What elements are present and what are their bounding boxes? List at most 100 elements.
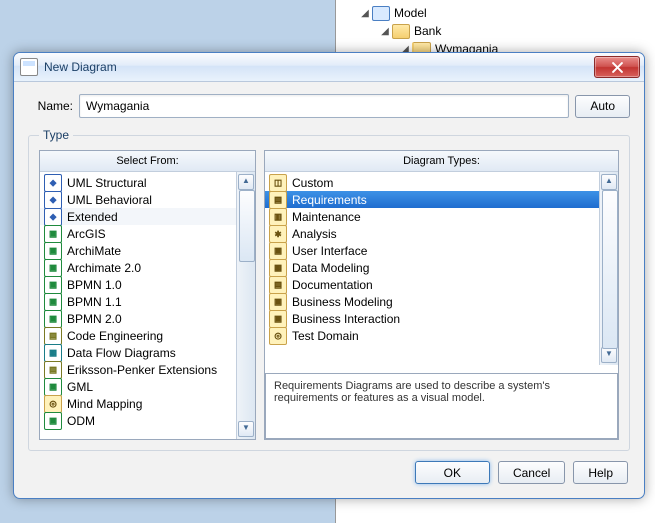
list-item-label: Archimate 2.0 bbox=[67, 261, 141, 275]
list-item[interactable]: ▣ Archimate 2.0 bbox=[40, 259, 236, 276]
diagram-types-header: Diagram Types: bbox=[265, 151, 618, 172]
category-icon: ◈ bbox=[44, 174, 62, 192]
diagram-types-pane: Diagram Types: ◫ Custom ▤ Requirements ▥ Main… bbox=[264, 150, 619, 440]
scroll-down-icon[interactable]: ▼ bbox=[238, 421, 254, 437]
diagram-icon: ▤ bbox=[269, 191, 287, 209]
list-item[interactable]: ◈ UML Behavioral bbox=[40, 191, 236, 208]
scroll-thumb[interactable] bbox=[602, 190, 618, 349]
new-diagram-dialog: New Diagram Name: Auto Type Select From:… bbox=[13, 52, 645, 499]
diagram-icon: ◎ bbox=[269, 327, 287, 345]
category-icon: ▣ bbox=[44, 412, 62, 430]
scroll-up-icon[interactable]: ▲ bbox=[601, 174, 617, 190]
scroll-down-icon[interactable]: ▼ bbox=[601, 347, 617, 363]
list-item-label: GML bbox=[67, 380, 93, 394]
scroll-track[interactable] bbox=[239, 190, 253, 421]
list-item-label: Custom bbox=[292, 176, 333, 190]
category-icon: ▣ bbox=[44, 310, 62, 328]
list-item-label: Business Interaction bbox=[292, 312, 400, 326]
list-item[interactable]: ▣Business Modeling bbox=[265, 293, 599, 310]
category-icon: ◎ bbox=[44, 395, 62, 413]
list-item-label: Extended bbox=[67, 210, 118, 224]
list-item[interactable]: ◫ Custom bbox=[265, 174, 599, 191]
category-icon: ▦ bbox=[44, 344, 62, 362]
list-item[interactable]: ▤Eriksson-Penker Extensions bbox=[40, 361, 236, 378]
category-icon: ▣ bbox=[44, 225, 62, 243]
help-button[interactable]: Help bbox=[573, 461, 628, 484]
category-icon: ▣ bbox=[44, 378, 62, 396]
category-icon: ▤ bbox=[44, 327, 62, 345]
scrollbar[interactable]: ▲ ▼ bbox=[236, 172, 255, 439]
diagram-icon: ▣ bbox=[269, 293, 287, 311]
list-item[interactable]: ◈ UML Structural bbox=[40, 174, 236, 191]
list-item-label: ODM bbox=[67, 414, 95, 428]
select-from-list[interactable]: ◈UML Structural◈UML Behavioral◈Extended▣… bbox=[40, 172, 236, 439]
diagram-icon: ◫ bbox=[269, 174, 287, 192]
type-fieldset: Type Select From: ◈UML Structural◈UML Be… bbox=[28, 128, 630, 451]
list-item[interactable]: ▣ User Interface bbox=[265, 242, 599, 259]
diagram-icon: ▣ bbox=[269, 242, 287, 260]
list-item[interactable]: ▤ Documentation bbox=[265, 276, 599, 293]
diagram-icon: ✱ bbox=[269, 225, 287, 243]
list-item-label: User Interface bbox=[292, 244, 367, 258]
close-button[interactable] bbox=[594, 56, 640, 78]
list-item[interactable]: ◈ Extended bbox=[40, 208, 236, 225]
list-item[interactable]: ▦Data Modeling bbox=[265, 259, 599, 276]
list-item[interactable]: ▣ ODM bbox=[40, 412, 236, 429]
category-icon: ▣ bbox=[44, 293, 62, 311]
diagram-icon: ▦ bbox=[269, 259, 287, 277]
list-item[interactable]: ▤ Requirements bbox=[265, 191, 599, 208]
category-icon: ▣ bbox=[44, 242, 62, 260]
list-item-label: ArcGIS bbox=[67, 227, 106, 241]
list-item[interactable]: ✱ Analysis bbox=[265, 225, 599, 242]
category-icon: ▣ bbox=[44, 259, 62, 277]
titlebar[interactable]: New Diagram bbox=[14, 53, 644, 82]
list-item-label: Requirements bbox=[292, 193, 367, 207]
list-item-label: UML Behavioral bbox=[67, 193, 152, 207]
list-item-label: Documentation bbox=[292, 278, 373, 292]
list-item-label: Mind Mapping bbox=[67, 397, 142, 411]
list-item[interactable]: ▣ Business Interaction bbox=[265, 310, 599, 327]
list-item-label: BPMN 1.0 bbox=[67, 278, 122, 292]
name-label: Name: bbox=[28, 99, 73, 113]
list-item-label: UML Structural bbox=[67, 176, 147, 190]
list-item[interactable]: ▣ BPMN 1.1 bbox=[40, 293, 236, 310]
list-item[interactable]: ▣ GML bbox=[40, 378, 236, 395]
scroll-track[interactable] bbox=[602, 190, 616, 347]
list-item-label: ArchiMate bbox=[67, 244, 121, 258]
scroll-up-icon[interactable]: ▲ bbox=[238, 174, 254, 190]
list-item[interactable]: ◎ Test Domain bbox=[265, 327, 599, 344]
list-item[interactable]: ▣ BPMN 2.0 bbox=[40, 310, 236, 327]
select-from-header: Select From: bbox=[40, 151, 255, 172]
list-item-label: Data Flow Diagrams bbox=[67, 346, 176, 360]
scrollbar[interactable]: ▲ ▼ bbox=[599, 172, 618, 365]
diagram-icon: ▥ bbox=[269, 208, 287, 226]
list-item[interactable]: ▤Code Engineering bbox=[40, 327, 236, 344]
list-item-label: Maintenance bbox=[292, 210, 361, 224]
name-input[interactable] bbox=[79, 94, 569, 118]
ok-button[interactable]: OK bbox=[415, 461, 490, 484]
list-item[interactable]: ▥ Maintenance bbox=[265, 208, 599, 225]
category-icon: ◈ bbox=[44, 191, 62, 209]
diagram-icon: ▤ bbox=[269, 276, 287, 294]
list-item-label: BPMN 2.0 bbox=[67, 312, 122, 326]
category-icon: ▣ bbox=[44, 276, 62, 294]
auto-button[interactable]: Auto bbox=[575, 95, 630, 118]
list-item[interactable]: ▣ ArchiMate bbox=[40, 242, 236, 259]
list-item-label: Test Domain bbox=[292, 329, 359, 343]
diagram-types-list[interactable]: ◫ Custom ▤ Requirements ▥ Maintenance ✱ Analysi… bbox=[265, 172, 599, 365]
select-from-pane: Select From: ◈ UML Structural ◈ UML Behavio… bbox=[39, 150, 256, 440]
list-item[interactable]: ▦ Data Flow Diagrams bbox=[40, 344, 236, 361]
dialog-icon bbox=[20, 58, 38, 76]
scroll-thumb[interactable] bbox=[239, 190, 255, 262]
list-item[interactable]: ▣ ArcGIS bbox=[40, 225, 236, 242]
list-item-label: BPMN 1.1 bbox=[67, 295, 122, 309]
list-item-label: Analysis bbox=[292, 227, 337, 241]
diagram-icon: ▣ bbox=[269, 310, 287, 328]
category-icon: ◈ bbox=[44, 208, 62, 226]
dialog-title: New Diagram bbox=[44, 60, 117, 74]
description-box: Requirements Diagrams are used to descri… bbox=[265, 373, 618, 439]
list-item[interactable]: ▣ BPMN 1.0 bbox=[40, 276, 236, 293]
list-item[interactable]: ◎ Mind Mapping bbox=[40, 395, 236, 412]
list-item-label: Eriksson-Penker Extensions bbox=[67, 363, 217, 377]
cancel-button[interactable]: Cancel bbox=[498, 461, 565, 484]
